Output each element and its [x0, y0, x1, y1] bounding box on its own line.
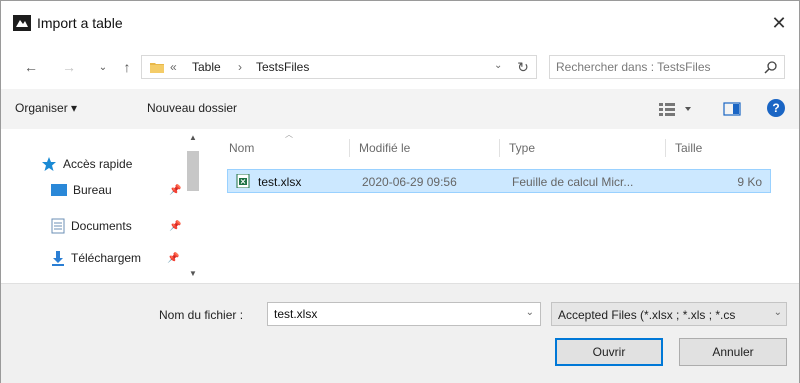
- filename-input[interactable]: [274, 306, 514, 322]
- overflow-separator[interactable]: «: [170, 60, 177, 74]
- column-divider[interactable]: [349, 139, 350, 157]
- preview-pane-icon[interactable]: [723, 101, 741, 117]
- help-icon: ?: [772, 101, 780, 115]
- column-divider[interactable]: [665, 139, 666, 157]
- filename-label: Nom du fichier :: [159, 308, 244, 322]
- file-type-filter[interactable]: Accepted Files (*.xlsx ; *.xls ; *.cs ⌄: [551, 302, 787, 326]
- file-modified: 2020-06-29 09:56: [362, 175, 457, 189]
- up-button[interactable]: ↑: [117, 57, 137, 77]
- import-dialog: Import a table ✕ ← → ⌄ ↑ « Table › Tests…: [0, 0, 800, 383]
- window-title: Import a table: [37, 15, 123, 31]
- recent-locations-button[interactable]: ⌄: [93, 57, 113, 77]
- sidebar-scrollbar[interactable]: ▲ ▼: [183, 133, 203, 281]
- column-header-name[interactable]: Nom: [229, 141, 254, 155]
- new-folder-button[interactable]: Nouveau dossier: [147, 101, 237, 115]
- path-bar[interactable]: « Table › TestsFiles ⌄ ↻: [141, 55, 537, 79]
- arrow-up-icon: ↑: [123, 59, 131, 75]
- sidebar-item-bureau[interactable]: Bureau: [51, 179, 112, 201]
- pin-icon: 📌: [169, 221, 182, 232]
- search-box[interactable]: [549, 55, 785, 79]
- desktop-icon: [51, 184, 67, 196]
- refresh-button[interactable]: ↻: [512, 58, 534, 76]
- search-input[interactable]: [556, 58, 752, 76]
- file-row[interactable]: test.xlsx 2020-06-29 09:56 Feuille de ca…: [227, 169, 771, 193]
- navigation-pane: Accès rapide Bureau 📌 Documents 📌 Téléch…: [1, 129, 205, 283]
- title-bar: Import a table ✕: [1, 1, 799, 45]
- chevron-down-icon[interactable]: ⌄: [770, 307, 782, 318]
- file-name: test.xlsx: [258, 175, 302, 189]
- breadcrumb-table[interactable]: Table: [192, 60, 221, 74]
- file-size: 9 Ko: [737, 175, 762, 189]
- scroll-down-icon[interactable]: ▼: [187, 269, 199, 281]
- sidebar-item-documents[interactable]: Documents: [51, 215, 132, 237]
- breadcrumb-testsfiles[interactable]: TestsFiles: [256, 60, 309, 74]
- dialog-footer: Nom du fichier : ⌄ Accepted Files (*.xls…: [1, 283, 799, 383]
- pin-icon: 📌: [167, 253, 180, 264]
- sidebar-item-downloads[interactable]: Téléchargem: [51, 247, 141, 269]
- file-list: ︿ Nom Modifié le Type Taille test.xlsx 2…: [205, 129, 799, 283]
- column-divider[interactable]: [499, 139, 500, 157]
- folder-icon: [150, 63, 164, 73]
- pin-icon: 📌: [169, 185, 182, 196]
- path-dropdown-icon[interactable]: ⌄: [494, 60, 502, 71]
- sidebar-item-label: Bureau: [73, 183, 112, 197]
- address-bar: ← → ⌄ ↑ « Table › TestsFiles ⌄ ↻: [1, 45, 799, 89]
- column-header-size[interactable]: Taille: [675, 141, 702, 155]
- chevron-down-icon[interactable]: ⌄: [526, 307, 534, 318]
- cancel-button[interactable]: Annuler: [679, 338, 787, 366]
- view-options-icon[interactable]: [659, 101, 695, 117]
- filename-combobox[interactable]: ⌄: [267, 302, 541, 326]
- scroll-up-icon[interactable]: ▲: [187, 133, 199, 145]
- file-type-filter-value: Accepted Files (*.xlsx ; *.xls ; *.cs: [558, 308, 736, 322]
- sort-indicator-icon: ︿: [285, 130, 293, 139]
- documents-icon: [51, 218, 65, 234]
- scroll-thumb[interactable]: [187, 151, 199, 191]
- sidebar-item-label: Documents: [71, 219, 132, 233]
- back-button[interactable]: ←: [21, 57, 41, 77]
- excel-file-icon: [236, 174, 250, 188]
- column-header-type[interactable]: Type: [509, 141, 535, 155]
- app-icon: [13, 15, 31, 31]
- arrow-left-icon: ←: [24, 59, 38, 75]
- column-header-modified[interactable]: Modifié le: [359, 141, 410, 155]
- breadcrumb-separator[interactable]: ›: [238, 60, 242, 74]
- organise-button[interactable]: Organiser ▾: [15, 101, 77, 115]
- close-icon: ✕: [771, 12, 787, 33]
- sidebar-item-label: Accès rapide: [63, 157, 133, 171]
- sidebar-item-quick-access[interactable]: Accès rapide: [41, 153, 132, 175]
- star-icon: [42, 157, 56, 171]
- download-icon: [52, 251, 64, 266]
- sidebar-item-label: Téléchargem: [71, 251, 142, 265]
- open-button[interactable]: Ouvrir: [555, 338, 663, 366]
- close-button[interactable]: ✕: [759, 7, 799, 39]
- arrow-right-icon: →: [62, 59, 76, 75]
- file-type: Feuille de calcul Micr...: [512, 175, 634, 189]
- forward-button[interactable]: →: [59, 57, 79, 77]
- refresh-icon: ↻: [517, 58, 529, 75]
- search-icon[interactable]: [764, 60, 778, 74]
- command-bar: Organiser ▾ Nouveau dossier ?: [1, 89, 799, 130]
- help-button[interactable]: ?: [767, 99, 785, 117]
- chevron-down-icon: ⌄: [98, 61, 108, 73]
